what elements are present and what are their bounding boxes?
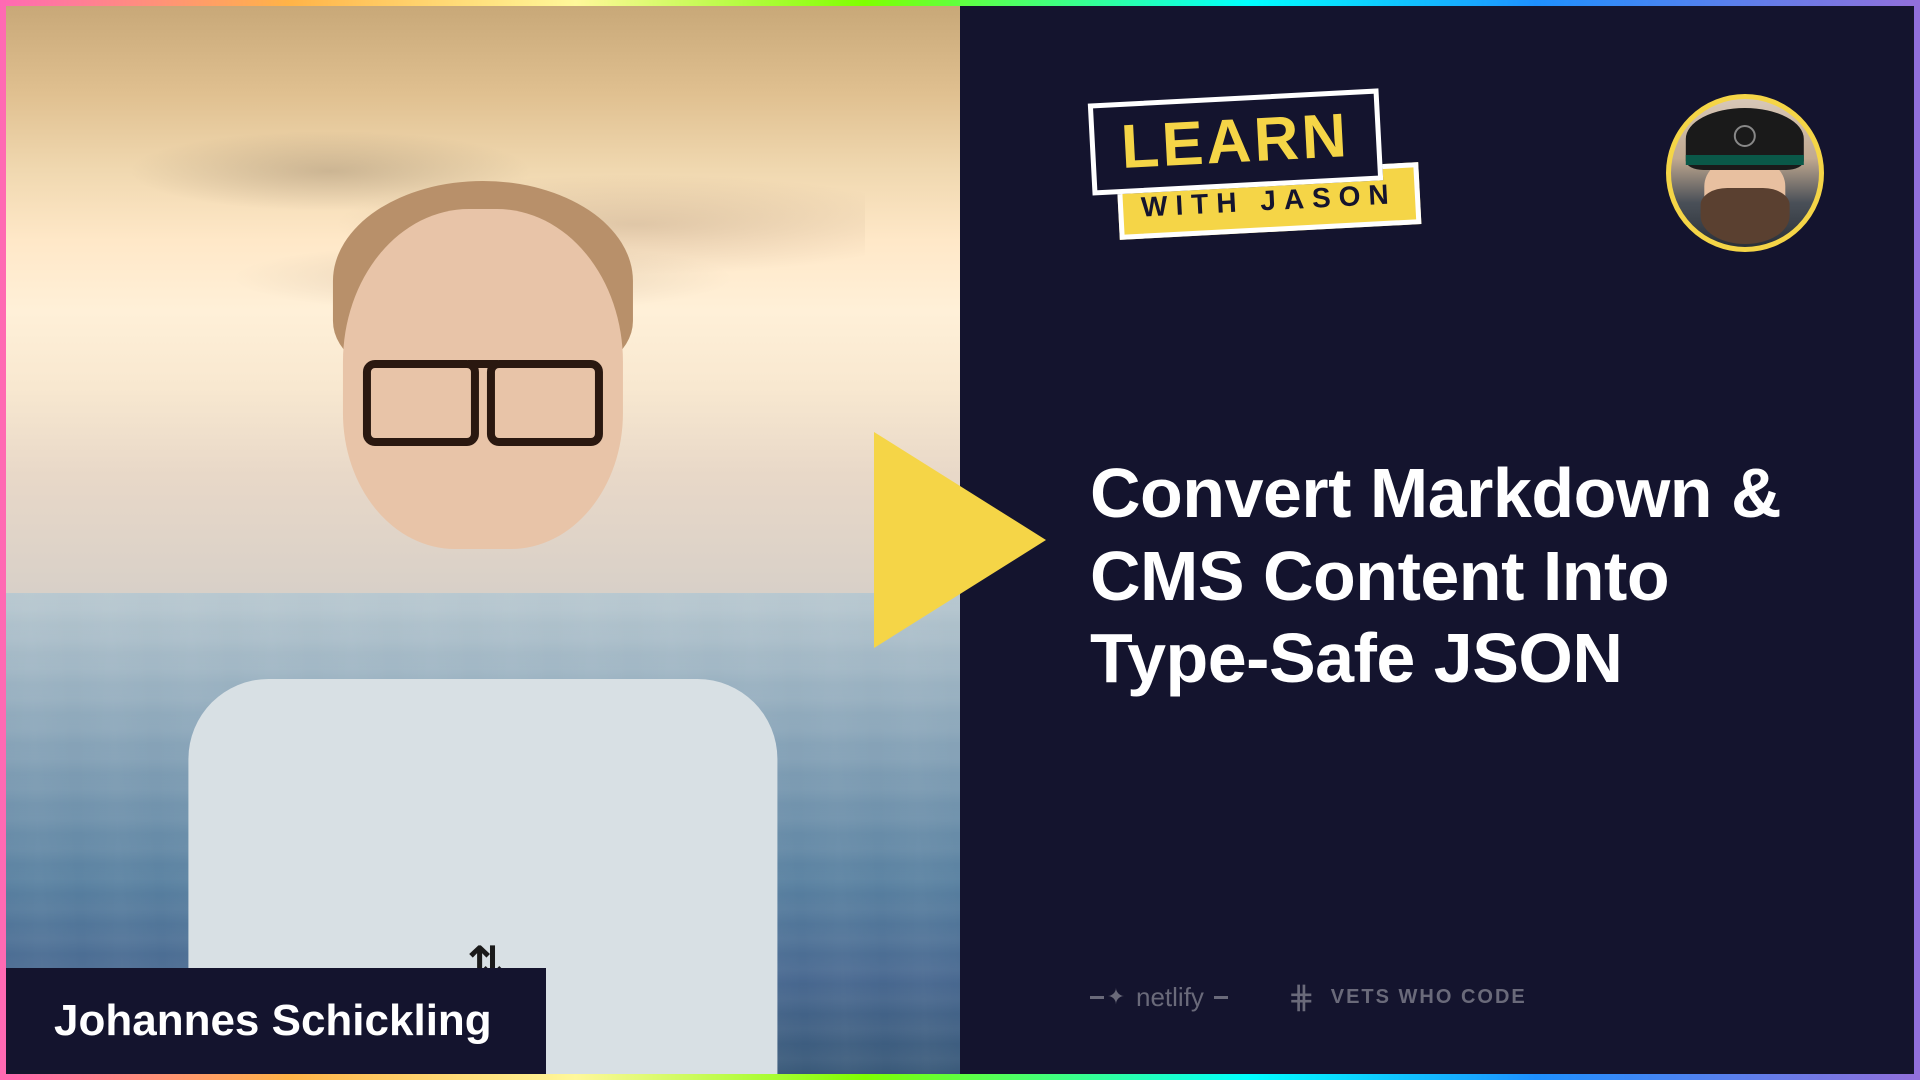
guest-portrait: ⇅ xyxy=(173,134,793,1074)
vets-who-code-label: VETS WHO CODE xyxy=(1331,986,1527,1009)
guest-name-bar: Johannes Schickling xyxy=(6,968,546,1074)
cap-logo-icon xyxy=(1734,125,1756,147)
episode-title: Convert Markdown & CMS Content Into Type… xyxy=(1090,452,1824,700)
netlify-label: netlify xyxy=(1136,982,1204,1013)
netlify-logo-icon xyxy=(1090,987,1126,1007)
logo-learn-block: LEARN xyxy=(1088,88,1383,195)
sponsors-row: netlify ⋕ VETS WHO CODE xyxy=(1090,978,1527,1016)
show-logo: LEARN WITH JASON xyxy=(1090,96,1420,232)
host-cap xyxy=(1686,108,1804,170)
gradient-border-frame: ⇅ Johannes Schickling LEARN xyxy=(0,0,1920,1080)
host-avatar xyxy=(1666,94,1824,252)
sponsor-netlify: netlify xyxy=(1090,982,1228,1013)
host-beard xyxy=(1701,188,1790,244)
glasses-bridge xyxy=(468,360,498,368)
guest-photo: ⇅ xyxy=(6,6,960,1074)
episode-info-panel: LEARN WITH JASON Convert Markdown & CMS … xyxy=(960,6,1914,1074)
hash-flag-icon: ⋕ xyxy=(1288,978,1317,1016)
video-thumbnail: ⇅ Johannes Schickling LEARN xyxy=(6,6,1914,1074)
play-button[interactable] xyxy=(874,432,1046,648)
sponsor-vets-who-code: ⋕ VETS WHO CODE xyxy=(1288,978,1527,1016)
logo-learn-text: LEARN xyxy=(1120,105,1351,179)
glasses-icon xyxy=(363,360,603,440)
guest-photo-panel: ⇅ Johannes Schickling xyxy=(6,6,960,1074)
guest-name-label: Johannes Schickling xyxy=(54,996,498,1046)
netlify-dash-icon xyxy=(1214,996,1228,999)
